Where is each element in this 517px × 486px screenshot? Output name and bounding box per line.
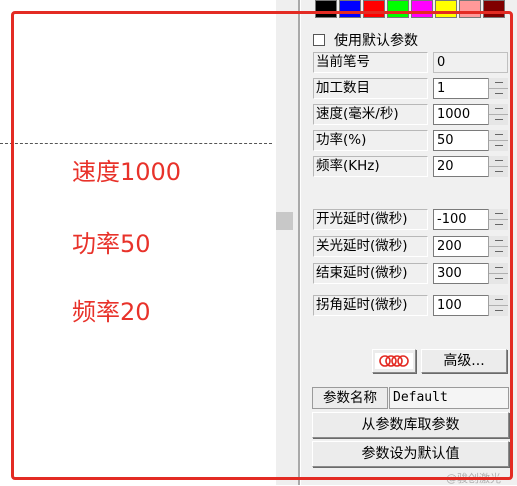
note-frequency: 频率20	[72, 298, 151, 326]
label-speed: 速度(毫米/秒)	[313, 104, 428, 125]
pen-color-pink[interactable]	[459, 0, 481, 18]
note-speed: 速度1000	[72, 158, 182, 186]
canvas-scroll-thumb[interactable]	[276, 212, 293, 230]
pen-color-yellow[interactable]	[435, 0, 457, 18]
label-end-delay: 结束延时(微秒)	[313, 263, 428, 284]
pen-color-green[interactable]	[387, 0, 409, 18]
use-default-label: 使用默认参数	[334, 33, 418, 49]
pen-color-maroon[interactable]	[483, 0, 505, 18]
rings-icon	[375, 353, 413, 369]
pen-color-red[interactable]	[363, 0, 385, 18]
note-power: 功率50	[72, 230, 151, 258]
label-frequency: 频率(KHz)	[313, 156, 428, 177]
laser-off-delay-spinner[interactable]	[488, 236, 508, 257]
laser-on-delay-spinner[interactable]	[488, 209, 508, 230]
label-process-count: 加工数目	[313, 78, 428, 99]
param-name-label: 参数名称	[312, 387, 388, 409]
corner-delay-spinner[interactable]	[488, 295, 508, 316]
label-current-pen: 当前笔号	[313, 52, 428, 73]
speed-spinner[interactable]	[488, 104, 508, 125]
label-power: 功率(%)	[313, 130, 428, 151]
label-laser-off-delay: 关光延时(微秒)	[313, 236, 428, 257]
end-delay-spinner[interactable]	[488, 263, 508, 284]
power-spinner[interactable]	[488, 130, 508, 151]
dashed-guide-line	[0, 143, 272, 144]
label-corner-delay: 拐角延时(微秒)	[313, 295, 428, 316]
param-name-field[interactable]: Default	[389, 387, 509, 409]
pen-color-magenta[interactable]	[411, 0, 433, 18]
process-count-spinner[interactable]	[488, 78, 508, 99]
pen-color-black[interactable]	[315, 0, 337, 18]
canvas-scrollbar[interactable]	[276, 0, 298, 485]
use-default-row[interactable]: 使用默认参数	[313, 30, 418, 50]
use-default-checkbox[interactable]	[313, 34, 325, 46]
current-pen-value: 0	[433, 52, 508, 73]
frequency-spinner[interactable]	[488, 156, 508, 177]
pen-color-blue[interactable]	[339, 0, 361, 18]
advanced-button[interactable]: 高级...	[421, 349, 507, 373]
watermark: @骏创激光	[446, 472, 501, 485]
label-laser-on-delay: 开光延时(微秒)	[313, 209, 428, 230]
load-from-library-button[interactable]: 从参数库取参数	[312, 412, 509, 438]
set-as-default-button[interactable]: 参数设为默认值	[312, 441, 509, 467]
